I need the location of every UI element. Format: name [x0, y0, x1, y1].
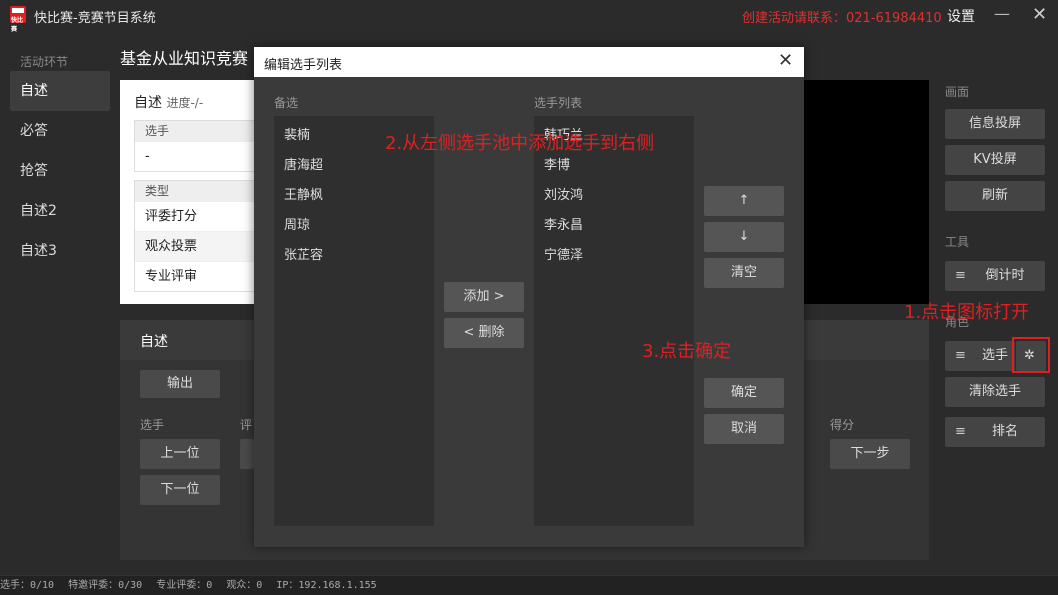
clear-players-button[interactable]: 清除选手 [945, 377, 1045, 407]
status-ip: IP：192.168.1.155 [276, 580, 377, 591]
status-pro-judges: 专业评委：0 [156, 580, 213, 591]
list-item[interactable]: 王静枫 [284, 184, 323, 203]
candidates-label: 备选 [274, 96, 299, 110]
list-item[interactable]: 裴楠 [284, 124, 310, 143]
control-panel-title: 自述 [140, 334, 168, 350]
cancel-button[interactable]: 取消 [704, 414, 784, 444]
status-special-judges: 特邀评委：0/30 [68, 580, 143, 591]
menu-icon: ≡ [955, 268, 966, 283]
list-item[interactable]: 李永昌 [544, 214, 583, 233]
judge-label: 评 [240, 418, 253, 432]
type-pro-review[interactable]: 专业评审 [135, 261, 263, 291]
prev-player-button[interactable]: 上一位 [140, 439, 220, 469]
tools-heading: 工具 [945, 235, 970, 249]
gear-icon[interactable]: ✲ [1024, 348, 1035, 363]
sidebar-item-buzzer[interactable]: 抢答 [10, 151, 110, 191]
score-label: 得分 [830, 418, 855, 432]
app-logo-icon: 快比赛 [10, 6, 26, 33]
annotation-step-2: 2.从左侧选手池中添加选手到右侧 [385, 133, 655, 154]
output-button[interactable]: 输出 [140, 370, 220, 398]
status-bar: 选手：0/10 特邀评委：0/30 专业评委：0 观众：0 IP：192.168… [0, 575, 1058, 595]
annotation-step-3: 3.点击确定 [642, 341, 732, 362]
add-button[interactable]: 添加 > [444, 282, 524, 312]
ranking-label: 排名 [991, 424, 1018, 439]
selected-label: 选手列表 [534, 96, 583, 110]
type-audience-vote[interactable]: 观众投票 [135, 231, 263, 261]
player-box: 选手 - [134, 120, 264, 172]
selected-list[interactable]: 韩巧兰 李博 刘汝鸿 李永昌 宁德泽 [534, 116, 694, 526]
list-item[interactable]: 宁德泽 [544, 244, 583, 263]
dialog-close-icon[interactable]: ✕ [778, 50, 793, 71]
judge-button-partial[interactable] [240, 439, 254, 469]
type-header: 类型 [135, 181, 263, 201]
player-label: 选手 [140, 418, 165, 432]
countdown-button[interactable]: ≡ 倒计时 [945, 261, 1045, 291]
settings-button[interactable]: 设置 [947, 6, 975, 26]
title-bar: 快比赛 快比赛-竞赛节目系统 创建活动请联系：021-61984410 设置 —… [0, 0, 1058, 33]
ok-button[interactable]: 确定 [704, 378, 784, 408]
refresh-button[interactable]: 刷新 [945, 181, 1045, 211]
contact-info: 创建活动请联系：021-61984410 [742, 11, 942, 26]
logo-text: 快比赛 [11, 17, 24, 33]
list-item[interactable]: 李博 [544, 154, 570, 173]
dialog-title: 编辑选手列表 [264, 58, 343, 73]
app-title: 快比赛-竞赛节目系统 [34, 11, 156, 26]
type-box: 类型 评委打分 观众投票 专业评审 [134, 180, 264, 292]
status-players: 选手：0/10 [0, 580, 55, 591]
status-audience: 观众：0 [226, 580, 263, 591]
kv-cast-button[interactable]: KV投屏 [945, 145, 1045, 175]
countdown-label: 倒计时 [985, 268, 1025, 283]
round-name: 自述 [134, 95, 162, 111]
round-progress: 进度-/- [166, 96, 204, 110]
list-item[interactable]: 张芷容 [284, 244, 323, 263]
ranking-button[interactable]: ≡ 排名 [945, 417, 1045, 447]
sidebar-heading: 活动环节 [20, 55, 69, 69]
list-item[interactable]: 刘汝鸿 [544, 184, 583, 203]
competition-title: 基金从业知识竞赛 [120, 49, 249, 68]
screen-heading: 画面 [945, 85, 970, 99]
list-item[interactable]: 周琼 [284, 214, 310, 233]
edit-players-dialog: 编辑选手列表 ✕ 备选 裴楠 唐海超 王静枫 周琼 张芷容 添加 > < 删除 … [254, 47, 804, 547]
menu-icon: ≡ [955, 348, 966, 363]
remove-button[interactable]: < 删除 [444, 318, 524, 348]
round-info-panel: 自述 进度-/- 选手 - 类型 评委打分 观众投票 专业评审 [120, 80, 264, 304]
list-item[interactable]: 唐海超 [284, 154, 323, 173]
sidebar-item-self-intro-2[interactable]: 自述2 [10, 191, 110, 231]
sidebar-item-self-intro-3[interactable]: 自述3 [10, 231, 110, 271]
sidebar-item-self-intro[interactable]: 自述 [10, 71, 110, 111]
move-down-button[interactable]: ↓ [704, 222, 784, 252]
round-title: 自述 进度-/- [134, 92, 203, 112]
close-window-button[interactable]: ✕ [1032, 4, 1047, 25]
player-value: - [135, 141, 263, 171]
move-up-button[interactable]: ↑ [704, 186, 784, 216]
next-step-button[interactable]: 下一步 [830, 439, 910, 469]
info-cast-button[interactable]: 信息投屏 [945, 109, 1045, 139]
sidebar-item-required[interactable]: 必答 [10, 111, 110, 151]
players-button[interactable]: ≡ 选手 [945, 341, 1015, 371]
dialog-header: 编辑选手列表 ✕ [254, 47, 804, 77]
next-player-button[interactable]: 下一位 [140, 475, 220, 505]
player-header: 选手 [135, 121, 263, 141]
clear-list-button[interactable]: 清空 [704, 258, 784, 288]
annotation-step-1: 1.点击图标打开 [904, 302, 1030, 323]
type-judge-score[interactable]: 评委打分 [135, 201, 263, 231]
minimize-button[interactable]: — [994, 4, 1010, 23]
preview-screen [800, 80, 929, 304]
menu-icon: ≡ [955, 424, 966, 439]
candidates-list[interactable]: 裴楠 唐海超 王静枫 周琼 张芷容 [274, 116, 434, 526]
